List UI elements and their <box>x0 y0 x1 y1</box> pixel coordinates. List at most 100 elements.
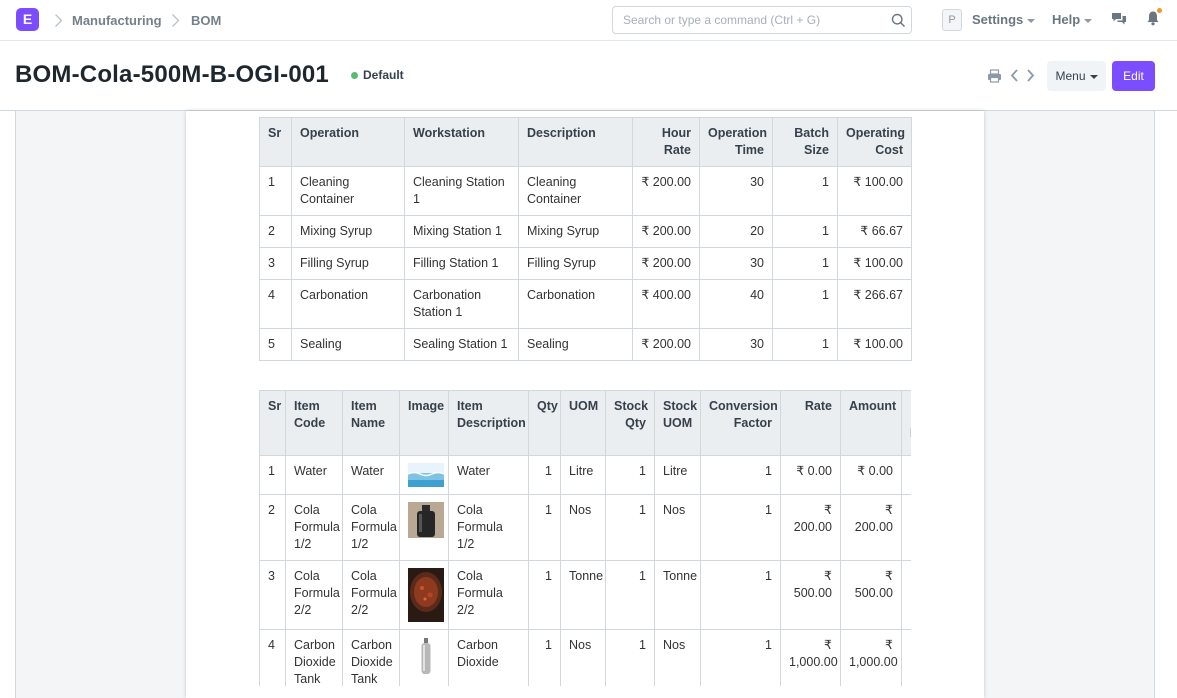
table-cell: 1 <box>528 560 561 630</box>
table-cell: 1 <box>528 629 561 686</box>
items-table-container: Sr Item Code Item Name Image Item Descri… <box>259 390 911 686</box>
table-cell: Carbonation <box>518 279 633 329</box>
column-header: Batch Size <box>772 117 838 167</box>
column-header: Operation Time <box>699 117 773 167</box>
operations-header-row: Sr Operation Workstation Description Hou… <box>259 117 912 167</box>
table-cell: Tonne <box>560 560 606 630</box>
breadcrumb-manufacturing[interactable]: Manufacturing <box>72 13 162 28</box>
app-logo[interactable]: E <box>16 8 39 31</box>
help-label: Help <box>1052 12 1081 27</box>
items-header-row: Sr Item Code Item Name Image Item Descri… <box>259 390 911 456</box>
column-header: Operating Cost <box>837 117 912 167</box>
menu-button[interactable]: Menu <box>1047 61 1106 91</box>
table-cell: 4 <box>259 629 286 686</box>
table-cell: Sealing <box>518 328 633 361</box>
table-cell: Filling Station 1 <box>404 247 519 280</box>
avatar[interactable]: P <box>942 9 962 31</box>
table-cell: Water <box>448 455 529 495</box>
notifications-bell-icon[interactable] <box>1146 10 1160 31</box>
table-cell: 1 <box>772 328 838 361</box>
table-cell: ₹ 400.00 <box>632 279 700 329</box>
table-cell <box>901 455 911 495</box>
table-row: 1 Water Water Water 1 Litre 1 Litre 1 ₹ … <box>259 455 911 495</box>
table-cell: ₹ 0.00 <box>780 455 841 495</box>
table-cell: Carbon Dioxide <box>448 629 529 686</box>
next-record-icon[interactable] <box>1026 68 1035 88</box>
table-cell: 40 <box>699 279 773 329</box>
table-row: 2 Cola Formula 1/2 Cola Formula 1/2 Cola… <box>259 494 911 561</box>
page-title: BOM-Cola-500M-B-OGI-001 <box>15 61 329 88</box>
table-cell: ₹ 1,000.00 <box>840 629 902 686</box>
table-cell: 30 <box>699 166 773 216</box>
table-cell: 1 <box>259 166 292 216</box>
print-icon[interactable] <box>987 69 1002 88</box>
column-header: Description <box>518 117 633 167</box>
table-cell: 4 <box>259 279 292 329</box>
caret-down-icon <box>1027 18 1036 23</box>
table-cell: 2 <box>259 494 286 561</box>
breadcrumb-chevron-icon <box>54 13 63 28</box>
help-dropdown[interactable]: Help <box>1052 12 1093 27</box>
chat-icon[interactable] <box>1111 12 1127 32</box>
table-cell: 1 <box>528 494 561 561</box>
table-cell: ₹ 66.67 <box>837 215 912 248</box>
table-cell: Cola Formula 1/2 <box>285 494 343 561</box>
caret-down-icon <box>1089 74 1098 79</box>
table-cell: 5 <box>259 328 292 361</box>
table-cell: 1 <box>605 629 655 686</box>
table-cell: 1 <box>700 455 781 495</box>
notification-indicator-dot <box>1157 8 1162 13</box>
status-indicator-dot <box>351 72 358 79</box>
search-input[interactable] <box>623 13 883 27</box>
table-cell: ₹ 200.00 <box>632 328 700 361</box>
breadcrumb-chevron-icon <box>171 13 180 28</box>
column-header: Item Description <box>448 390 529 456</box>
table-row: 5 Sealing Sealing Station 1 Sealing ₹ 20… <box>259 328 912 361</box>
column-header: Stock UOM <box>654 390 701 456</box>
item-image-cell <box>399 629 449 686</box>
column-header: Sr <box>259 117 292 167</box>
column-header: Hour Rate <box>632 117 700 167</box>
operations-table: Sr Operation Workstation Description Hou… <box>259 117 912 361</box>
table-cell: 1 <box>700 494 781 561</box>
item-image-cell <box>399 494 449 561</box>
search-bar[interactable] <box>612 6 912 34</box>
table-row: 4 Carbonation Carbonation Station 1 Carb… <box>259 279 912 329</box>
column-header: Sr <box>259 390 286 456</box>
table-row: 3 Filling Syrup Filling Station 1 Fillin… <box>259 247 912 280</box>
table-cell: 20 <box>699 215 773 248</box>
column-header: Qty <box>528 390 561 456</box>
table-cell: ₹ 500.00 <box>780 560 841 630</box>
table-cell: Carbon Dioxide Tank <box>342 629 400 686</box>
breadcrumb-bom[interactable]: BOM <box>191 13 221 28</box>
table-row: 2 Mixing Syrup Mixing Station 1 Mixing S… <box>259 215 912 248</box>
table-cell: ₹ 200.00 <box>780 494 841 561</box>
edit-button[interactable]: Edit <box>1112 61 1155 91</box>
table-cell: Cola Formula 1/2 <box>342 494 400 561</box>
search-icon[interactable] <box>891 13 906 33</box>
print-preview-page[interactable]: Sr Operation Workstation Description Hou… <box>186 111 984 698</box>
column-header: Operation <box>291 117 405 167</box>
status-badge: Default <box>363 68 404 82</box>
table-cell: Cola Formula 2/2 <box>448 560 529 630</box>
table-cell: ₹ 266.67 <box>837 279 912 329</box>
table-cell: Filling Syrup <box>518 247 633 280</box>
table-cell: ₹ 200.00 <box>840 494 902 561</box>
table-cell: 1 <box>700 629 781 686</box>
table-cell: 30 <box>699 328 773 361</box>
column-header: Workstation <box>404 117 519 167</box>
table-cell: Cola Formula 2/2 <box>342 560 400 630</box>
bottle-image <box>408 502 444 538</box>
table-cell: Nos <box>560 494 606 561</box>
settings-dropdown[interactable]: Settings <box>972 12 1036 27</box>
column-header: UOM <box>560 390 606 456</box>
table-cell <box>901 560 911 630</box>
item-image-cell <box>399 560 449 630</box>
settings-label: Settings <box>972 12 1024 27</box>
table-cell: Mixing Station 1 <box>404 215 519 248</box>
table-cell: 30 <box>699 247 773 280</box>
previous-record-icon[interactable] <box>1010 68 1019 88</box>
table-cell: Carbonation Station 1 <box>404 279 519 329</box>
table-cell: ₹ 500.00 <box>840 560 902 630</box>
table-cell: 1 <box>605 494 655 561</box>
